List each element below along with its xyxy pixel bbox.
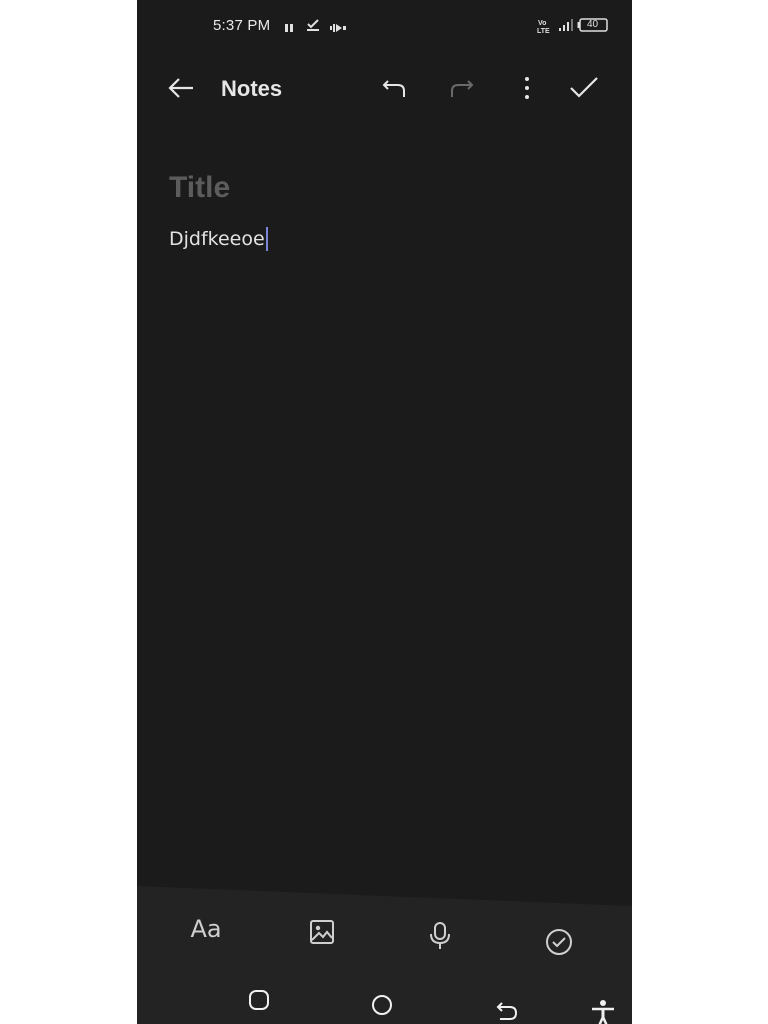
text-format-button[interactable]: Aa xyxy=(184,907,228,951)
battery-level: 40 xyxy=(587,19,599,30)
pause-notification-icon xyxy=(284,20,294,38)
accessibility-button[interactable] xyxy=(583,994,623,1024)
status-time: 5:37 PM xyxy=(213,17,271,34)
note-body-input[interactable]: Djdfkeeoe xyxy=(169,226,599,252)
text-format-icon: Aa xyxy=(190,915,222,943)
checklist-button[interactable] xyxy=(537,920,581,964)
status-bar: 5:37 PM Vo LTE 40 xyxy=(137,0,632,52)
app-bar: Notes xyxy=(137,60,632,120)
undo-button[interactable] xyxy=(375,68,415,108)
microphone-icon xyxy=(430,922,450,949)
done-button[interactable] xyxy=(564,68,604,108)
back-icon xyxy=(496,1002,518,1020)
phone-screen: 5:37 PM Vo LTE 40 Notes Title Djdfkeeoe … xyxy=(137,0,632,1024)
voice-input-button[interactable] xyxy=(418,914,462,958)
volte-icon: Vo LTE xyxy=(536,17,554,40)
svg-text:LTE: LTE xyxy=(537,28,550,35)
accessibility-icon xyxy=(592,1000,614,1024)
undo-icon xyxy=(382,80,405,97)
home-button[interactable] xyxy=(362,985,402,1024)
text-cursor xyxy=(265,227,268,251)
recents-button[interactable] xyxy=(239,980,279,1020)
arrow-left-icon xyxy=(168,78,193,98)
media-notification-icon xyxy=(329,20,347,38)
formatting-toolbar: Aa xyxy=(137,886,632,1024)
image-icon xyxy=(310,920,334,944)
home-icon xyxy=(372,995,392,1015)
title-input[interactable]: Title xyxy=(169,168,599,208)
insert-image-button[interactable] xyxy=(300,910,344,954)
check-icon xyxy=(570,77,598,98)
system-back-button[interactable] xyxy=(487,991,527,1024)
note-body-text: Djdfkeeoe xyxy=(169,228,265,250)
recents-icon xyxy=(249,990,269,1010)
back-button[interactable] xyxy=(161,68,201,108)
signal-icon xyxy=(558,18,574,37)
more-options-button[interactable] xyxy=(507,68,547,108)
redo-button[interactable] xyxy=(441,68,481,108)
svg-text:Vo: Vo xyxy=(538,20,546,27)
note-editor: Title Djdfkeeoe xyxy=(169,168,599,252)
redo-icon xyxy=(451,80,474,97)
page-title: Notes xyxy=(221,76,283,101)
more-vertical-icon xyxy=(525,77,529,99)
download-done-icon xyxy=(306,18,320,37)
checklist-icon xyxy=(546,929,572,955)
